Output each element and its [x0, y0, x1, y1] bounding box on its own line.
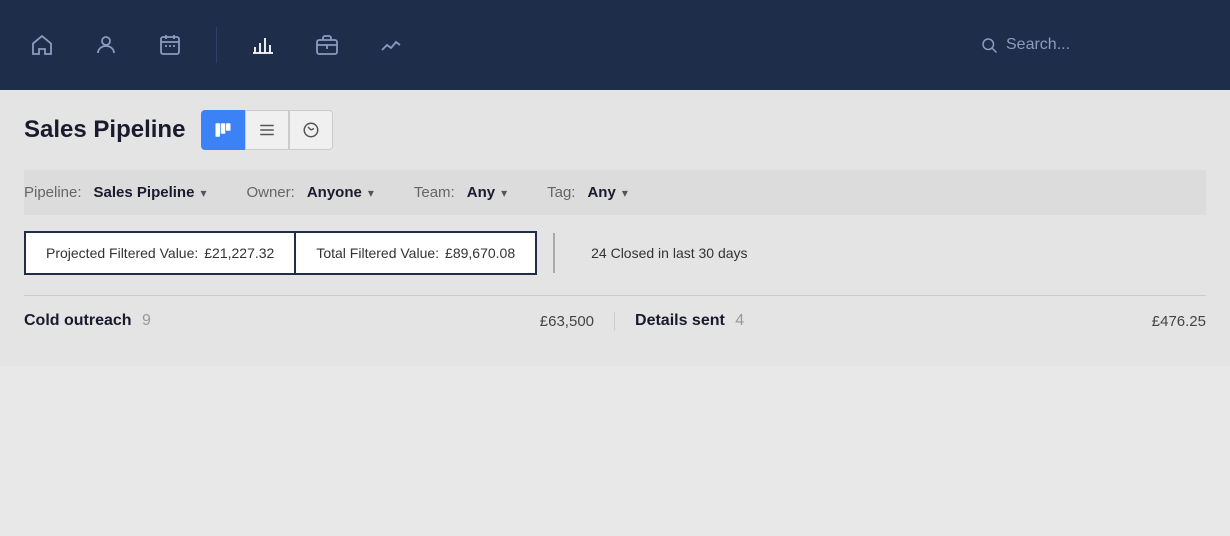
- total-value-box: Total Filtered Value: £89,670.08: [294, 231, 537, 275]
- pipeline-filter-value: Sales Pipeline: [94, 184, 195, 201]
- activity-icon[interactable]: [373, 27, 409, 63]
- owner-filter-label: Owner:: [246, 184, 294, 201]
- projected-value-amount: £21,227.32: [204, 245, 274, 261]
- filter-bar: Pipeline: Sales Pipeline ▾ Owner: Anyone…: [24, 170, 1206, 215]
- main-area: Sales Pipeline: [0, 90, 1230, 366]
- pipeline-filter[interactable]: Pipeline: Sales Pipeline ▾: [24, 184, 206, 201]
- dashboard-view-button[interactable]: [289, 110, 333, 150]
- search-container: [980, 36, 1206, 54]
- tag-filter-label: Tag:: [547, 184, 575, 201]
- nav-divider: [216, 27, 217, 63]
- tag-filter[interactable]: Tag: Any ▾: [547, 184, 628, 201]
- pipeline-name-details-sent[interactable]: Details sent 4: [635, 312, 744, 330]
- team-filter-value: Any: [467, 184, 495, 201]
- projected-value-box: Projected Filtered Value: £21,227.32: [24, 231, 294, 275]
- pipeline-section: Cold outreach 9 £63,500 Details sent 4 £…: [24, 295, 1206, 346]
- search-input[interactable]: [1006, 36, 1206, 54]
- pipeline-row-left: Cold outreach 9 £63,500: [24, 312, 615, 330]
- kanban-icon: [214, 121, 232, 139]
- search-icon: [980, 36, 998, 54]
- projected-value-label: Projected Filtered Value:: [46, 245, 198, 261]
- home-icon[interactable]: [24, 27, 60, 63]
- total-value-amount: £89,670.08: [445, 245, 515, 261]
- tag-filter-value: Any: [587, 184, 615, 201]
- briefcase-icon[interactable]: [309, 27, 345, 63]
- person-icon[interactable]: [88, 27, 124, 63]
- nav-icons-group: [24, 27, 409, 63]
- list-view-button[interactable]: [245, 110, 289, 150]
- total-value-label: Total Filtered Value:: [316, 245, 439, 261]
- metrics-bar: Projected Filtered Value: £21,227.32 Tot…: [24, 231, 1206, 275]
- page-title: Sales Pipeline: [24, 116, 185, 144]
- pipeline-filter-label: Pipeline:: [24, 184, 82, 201]
- team-filter-label: Team:: [414, 184, 455, 201]
- closed-count-label: 24 Closed in last 30 days: [571, 233, 767, 273]
- pipeline-amount-details-sent: £476.25: [1152, 313, 1206, 330]
- metrics-separator: [553, 233, 555, 273]
- owner-chevron-icon: ▾: [368, 186, 374, 200]
- kanban-view-button[interactable]: [201, 110, 245, 150]
- owner-filter[interactable]: Owner: Anyone ▾: [246, 184, 373, 201]
- chart-icon[interactable]: [245, 27, 281, 63]
- calendar-icon[interactable]: [152, 27, 188, 63]
- tag-chevron-icon: ▾: [622, 186, 628, 200]
- team-filter[interactable]: Team: Any ▾: [414, 184, 507, 201]
- pipeline-chevron-icon: ▾: [200, 186, 206, 200]
- team-chevron-icon: ▾: [501, 186, 507, 200]
- list-icon: [258, 121, 276, 139]
- top-navigation: [0, 0, 1230, 90]
- pipeline-amount-cold-outreach: £63,500: [540, 313, 594, 330]
- view-buttons: [201, 110, 333, 150]
- pipeline-row-right: Details sent 4 £476.25: [615, 312, 1206, 330]
- dashboard-icon: [302, 121, 320, 139]
- owner-filter-value: Anyone: [307, 184, 362, 201]
- header-row: Sales Pipeline: [24, 110, 1206, 150]
- pipeline-name-cold-outreach[interactable]: Cold outreach 9: [24, 312, 151, 330]
- table-row: Cold outreach 9 £63,500 Details sent 4 £…: [24, 295, 1206, 346]
